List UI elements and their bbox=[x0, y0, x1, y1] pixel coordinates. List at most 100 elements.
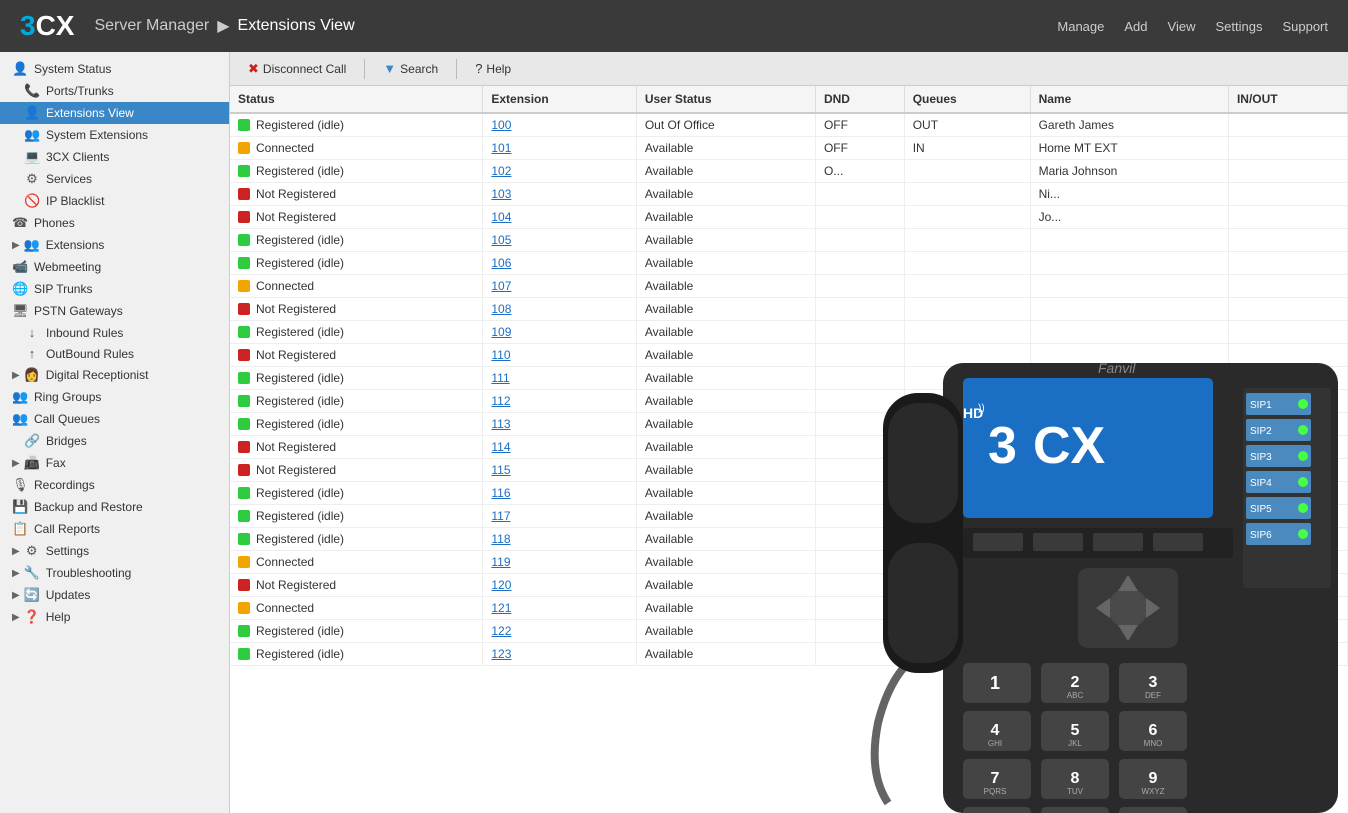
disconnect-call-button[interactable]: ✖ Disconnect Call bbox=[238, 58, 356, 80]
sidebar-label-settings: Settings bbox=[46, 544, 89, 558]
cell-userstatus-6: Available bbox=[636, 252, 815, 275]
cell-extension-0[interactable]: 100 bbox=[483, 113, 636, 137]
sidebar-label-backup-restore: Backup and Restore bbox=[34, 500, 143, 514]
cell-name-2: Maria Johnson bbox=[1030, 160, 1228, 183]
nav-settings[interactable]: Settings bbox=[1215, 19, 1262, 34]
cell-extension-14[interactable]: 114 bbox=[483, 436, 636, 459]
cell-extension-6[interactable]: 106 bbox=[483, 252, 636, 275]
table-row[interactable]: Registered (idle)118Available bbox=[230, 528, 1348, 551]
sidebar-item-ip-blacklist[interactable]: 🚫IP Blacklist bbox=[0, 190, 229, 212]
sidebar-item-help[interactable]: ▶❓Help bbox=[0, 606, 229, 628]
cell-userstatus-16: Available bbox=[636, 482, 815, 505]
sidebar-item-system-status[interactable]: 👤System Status bbox=[0, 58, 229, 80]
table-row[interactable]: Not Registered114Available bbox=[230, 436, 1348, 459]
table-row[interactable]: Not Registered110Available bbox=[230, 344, 1348, 367]
table-row[interactable]: Not Registered115Available bbox=[230, 459, 1348, 482]
cell-extension-8[interactable]: 108 bbox=[483, 298, 636, 321]
content-area: ✖ Disconnect Call ▼ Search ? Help Status… bbox=[230, 52, 1348, 813]
sidebar-item-troubleshooting[interactable]: ▶🔧Troubleshooting bbox=[0, 562, 229, 584]
sidebar-item-digital-receptionist[interactable]: ▶👩Digital Receptionist bbox=[0, 364, 229, 386]
cell-extension-22[interactable]: 122 bbox=[483, 620, 636, 643]
sidebar-item-sip-trunks[interactable]: 🌐SIP Trunks bbox=[0, 278, 229, 300]
table-row[interactable]: Registered (idle)113Available bbox=[230, 413, 1348, 436]
cell-extension-9[interactable]: 109 bbox=[483, 321, 636, 344]
sidebar-item-services[interactable]: ⚙Services bbox=[0, 168, 229, 190]
sidebar-item-system-extensions[interactable]: 👥System Extensions bbox=[0, 124, 229, 146]
sidebar-item-webmeeting[interactable]: 📹Webmeeting bbox=[0, 256, 229, 278]
sidebar-item-updates[interactable]: ▶🔄Updates bbox=[0, 584, 229, 606]
top-nav: 3CX Server Manager ▶ Extensions View Man… bbox=[0, 0, 1348, 52]
sidebar-item-phones[interactable]: ☎Phones bbox=[0, 212, 229, 234]
cell-extension-5[interactable]: 105 bbox=[483, 229, 636, 252]
table-row[interactable]: Registered (idle)117Available bbox=[230, 505, 1348, 528]
sidebar-item-ports-trunks[interactable]: 📞Ports/Trunks bbox=[0, 80, 229, 102]
cell-extension-1[interactable]: 101 bbox=[483, 137, 636, 160]
sidebar-item-call-reports[interactable]: 📋Call Reports bbox=[0, 518, 229, 540]
cell-extension-3[interactable]: 103 bbox=[483, 183, 636, 206]
table-row[interactable]: Not Registered103AvailableNi... bbox=[230, 183, 1348, 206]
cell-extension-13[interactable]: 113 bbox=[483, 413, 636, 436]
breadcrumb-server[interactable]: Server Manager bbox=[94, 17, 209, 35]
cell-inout-13 bbox=[1228, 413, 1347, 436]
cell-extension-7[interactable]: 107 bbox=[483, 275, 636, 298]
cell-extension-4[interactable]: 104 bbox=[483, 206, 636, 229]
table-row[interactable]: Connected101AvailableOFFINHome MT EXT bbox=[230, 137, 1348, 160]
cell-extension-10[interactable]: 110 bbox=[483, 344, 636, 367]
cell-extension-19[interactable]: 119 bbox=[483, 551, 636, 574]
sidebar-item-recordings[interactable]: 🎙Recordings bbox=[0, 474, 229, 496]
table-row[interactable]: Registered (idle)122Available bbox=[230, 620, 1348, 643]
sidebar-icon-digital-receptionist: 👩 bbox=[24, 367, 40, 383]
cell-extension-23[interactable]: 123 bbox=[483, 643, 636, 666]
sidebar-item-3cx-clients[interactable]: 💻3CX Clients bbox=[0, 146, 229, 168]
sidebar-label-call-reports: Call Reports bbox=[34, 522, 100, 536]
table-row[interactable]: Not Registered108Available bbox=[230, 298, 1348, 321]
sidebar-item-extensions[interactable]: ▶👥Extensions bbox=[0, 234, 229, 256]
table-row[interactable]: Registered (idle)109Available bbox=[230, 321, 1348, 344]
cell-extension-20[interactable]: 120 bbox=[483, 574, 636, 597]
sidebar-item-settings[interactable]: ▶⚙Settings bbox=[0, 540, 229, 562]
search-button[interactable]: ▼ Search bbox=[373, 58, 448, 79]
nav-support[interactable]: Support bbox=[1282, 19, 1328, 34]
sidebar-item-pstn-gateways[interactable]: 🖥PSTN Gateways bbox=[0, 300, 229, 322]
cell-extension-21[interactable]: 121 bbox=[483, 597, 636, 620]
nav-view[interactable]: View bbox=[1168, 19, 1196, 34]
help-button[interactable]: ? Help bbox=[465, 58, 521, 79]
table-row[interactable]: Registered (idle)106Available bbox=[230, 252, 1348, 275]
cell-inout-0 bbox=[1228, 113, 1347, 137]
cell-extension-17[interactable]: 117 bbox=[483, 505, 636, 528]
sidebar-item-fax[interactable]: ▶📠Fax bbox=[0, 452, 229, 474]
cell-userstatus-10: Available bbox=[636, 344, 815, 367]
table-row[interactable]: Not Registered104AvailableJo... bbox=[230, 206, 1348, 229]
sidebar-item-ring-groups[interactable]: 👥Ring Groups bbox=[0, 386, 229, 408]
cell-extension-18[interactable]: 118 bbox=[483, 528, 636, 551]
table-row[interactable]: Registered (idle)116Available bbox=[230, 482, 1348, 505]
cell-inout-19 bbox=[1228, 551, 1347, 574]
table-row[interactable]: Connected119Available bbox=[230, 551, 1348, 574]
table-row[interactable]: Connected121Available bbox=[230, 597, 1348, 620]
nav-manage[interactable]: Manage bbox=[1057, 19, 1104, 34]
sidebar-item-extensions-view[interactable]: 👤Extensions View bbox=[0, 102, 229, 124]
sidebar-item-outbound-rules[interactable]: ↑OutBound Rules bbox=[0, 343, 229, 364]
cell-dnd-7 bbox=[815, 275, 904, 298]
table-row[interactable]: Registered (idle)100Out Of OfficeOFFOUTG… bbox=[230, 113, 1348, 137]
table-row[interactable]: Registered (idle)111Available bbox=[230, 367, 1348, 390]
table-row[interactable]: Not Registered120Available bbox=[230, 574, 1348, 597]
table-row[interactable]: Registered (idle)112Available bbox=[230, 390, 1348, 413]
sidebar-item-call-queues[interactable]: 👥Call Queues bbox=[0, 408, 229, 430]
table-row[interactable]: Registered (idle)123Available bbox=[230, 643, 1348, 666]
table-row[interactable]: Connected107Available bbox=[230, 275, 1348, 298]
nav-add[interactable]: Add bbox=[1124, 19, 1147, 34]
cell-extension-15[interactable]: 115 bbox=[483, 459, 636, 482]
cell-extension-2[interactable]: 102 bbox=[483, 160, 636, 183]
sidebar-item-bridges[interactable]: 🔗Bridges bbox=[0, 430, 229, 452]
table-row[interactable]: Registered (idle)102AvailableO...Maria J… bbox=[230, 160, 1348, 183]
disconnect-icon: ✖ bbox=[248, 61, 259, 77]
table-row[interactable]: Registered (idle)105Available bbox=[230, 229, 1348, 252]
sidebar-item-inbound-rules[interactable]: ↓Inbound Rules bbox=[0, 322, 229, 343]
cell-inout-17 bbox=[1228, 505, 1347, 528]
cell-extension-12[interactable]: 112 bbox=[483, 390, 636, 413]
sidebar-item-backup-restore[interactable]: 💾Backup and Restore bbox=[0, 496, 229, 518]
cell-inout-1 bbox=[1228, 137, 1347, 160]
cell-extension-11[interactable]: 111 bbox=[483, 367, 636, 390]
cell-extension-16[interactable]: 116 bbox=[483, 482, 636, 505]
